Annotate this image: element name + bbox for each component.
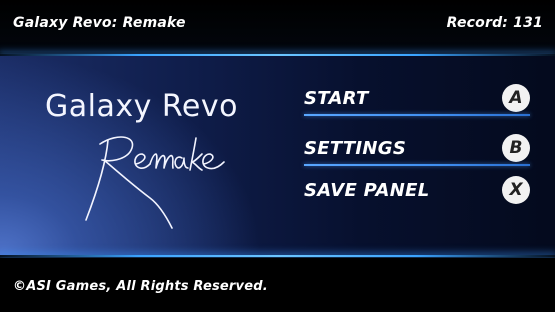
menu-item-save-panel[interactable]: SAVE PANEL X: [304, 174, 530, 208]
logo-script-remake: [85, 136, 225, 229]
bottom-glow-divider: [0, 255, 555, 257]
menu-underline: [304, 114, 530, 116]
game-title: Galaxy Revo: Remake: [13, 15, 186, 31]
menu-item-label: SAVE PANEL: [304, 180, 430, 201]
footer: ©ASI Games, All Rights Reserved.: [0, 258, 555, 312]
copyright-text: ©ASI Games, All Rights Reserved.: [13, 279, 268, 294]
menu-underline: [304, 164, 530, 166]
menu-item-start[interactable]: START A: [304, 82, 530, 116]
menu-item-label: SETTINGS: [304, 138, 407, 159]
main-panel: Galaxy Revo START A SETTINGS B SAVE PANE…: [0, 56, 555, 255]
title-screen: Galaxy Revo: Remake Record: 131 Galaxy R…: [0, 0, 555, 312]
b-button-icon: B: [502, 134, 530, 162]
record-score: Record: 131: [446, 15, 543, 31]
menu-item-label: START: [304, 88, 369, 109]
x-button-icon: X: [502, 176, 530, 204]
a-button-icon: A: [502, 84, 530, 112]
top-bar: Galaxy Revo: Remake Record: 131: [0, 0, 555, 52]
logo-title: Galaxy Revo: [45, 89, 238, 124]
menu-item-settings[interactable]: SETTINGS B: [304, 132, 530, 166]
